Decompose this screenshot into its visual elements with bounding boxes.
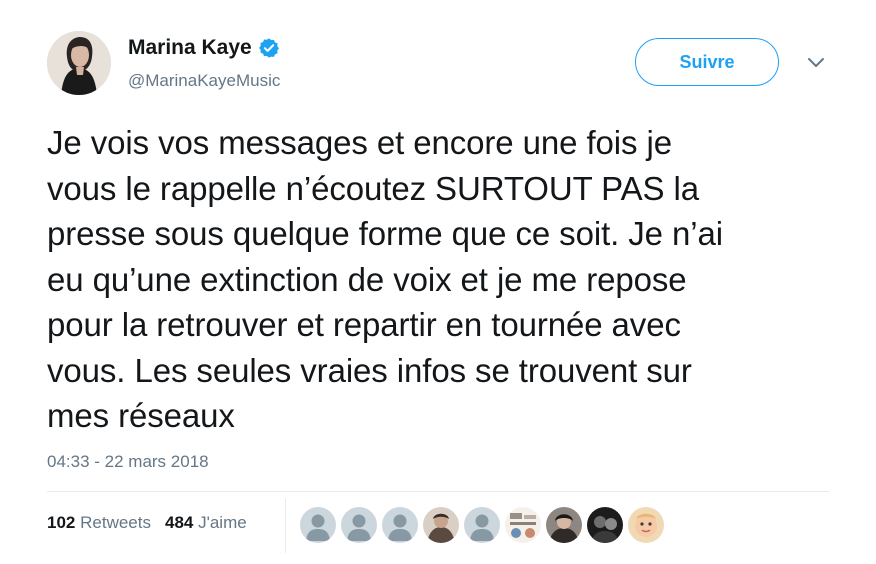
- liker-avatar[interactable]: [464, 507, 500, 543]
- liker-avatar[interactable]: [341, 507, 377, 543]
- author-avatar[interactable]: [47, 31, 111, 95]
- author-name[interactable]: Marina Kaye: [128, 36, 252, 60]
- divider-top: [47, 491, 829, 492]
- stats-separator: [285, 498, 286, 553]
- likes-label: J'aime: [198, 513, 247, 532]
- tweet-timestamp[interactable]: 04:33 - 22 mars 2018: [47, 452, 209, 472]
- author-name-row[interactable]: Marina Kaye: [128, 36, 280, 60]
- author-handle[interactable]: @MarinaKayeMusic: [128, 71, 280, 91]
- chevron-down-icon[interactable]: [806, 56, 826, 70]
- tweet-text: Je vois vos messages et encore une fois …: [47, 124, 723, 434]
- retweets-count: 102: [47, 513, 76, 532]
- likes-count: 484: [164, 513, 194, 532]
- liker-avatars: [300, 507, 664, 543]
- liker-avatar[interactable]: [423, 507, 459, 543]
- author-avatar-image: [47, 31, 111, 95]
- liker-avatar[interactable]: [382, 507, 418, 543]
- liker-avatar[interactable]: [587, 507, 623, 543]
- tweet-stats: 102 Retweets 484 J'aime: [47, 513, 247, 533]
- verified-badge-icon: [258, 38, 279, 58]
- liker-avatar[interactable]: [300, 507, 336, 543]
- liker-avatar[interactable]: [505, 507, 541, 543]
- liker-avatar[interactable]: [546, 507, 582, 543]
- retweets-label: Retweets: [80, 513, 151, 532]
- liker-avatar[interactable]: [628, 507, 664, 543]
- follow-button[interactable]: Suivre: [635, 38, 779, 86]
- retweets-stat[interactable]: 102 Retweets: [47, 513, 151, 533]
- likes-stat[interactable]: 484 J'aime: [165, 513, 247, 533]
